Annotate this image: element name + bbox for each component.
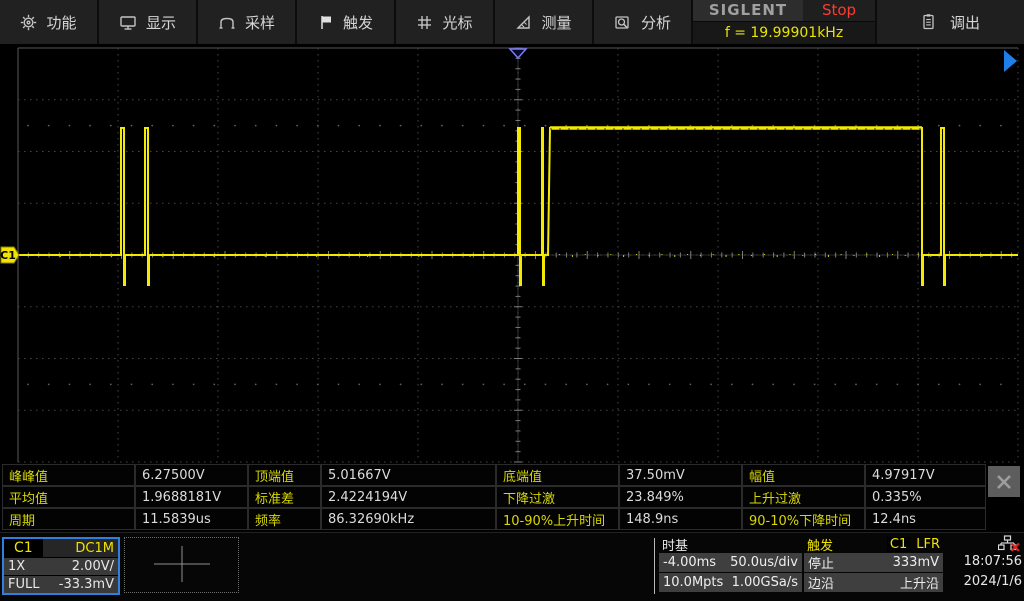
trigger-title: 触发 [807,538,834,554]
run-state-indicator[interactable]: Stop [803,0,875,21]
menu-item-acquire[interactable]: 采样 [198,0,297,44]
bottom-status-bar: C1 DC1M 1X 2.00V/ FULL -33.3mV 时基 -4.00m… [0,532,1024,601]
sampling-icon [219,17,235,29]
menu-item-label: 测量 [541,13,572,32]
meas-value: 5.01667V [321,464,496,486]
trigger-offscreen-arrow[interactable] [1004,50,1017,72]
menu-item-trigger[interactable]: 触发 [297,0,396,44]
clock-time: 18:07:56 [963,554,1022,569]
meas-label: 周期 [2,508,135,530]
measurement-table: 峰峰值 6.27500V 顶端值 5.01667V 底端值 37.50mV 幅值 4.9791… [2,464,986,530]
meas-label: 标准差 [248,486,321,508]
statusbar-divider [654,538,655,594]
meas-value: 86.32690kHz [321,508,496,530]
channel1-coupling: DC1M [75,540,114,556]
trigger-slope: 上升沿 [899,577,939,592]
analysis-icon [615,15,629,29]
menu-item-label: 分析 [640,13,671,32]
clock-block: 18:07:56 2024/1/6 [946,535,1022,592]
menu-item-analysis[interactable]: 分析 [594,0,693,44]
meas-label: 平均值 [2,486,135,508]
meas-label: 下降过激 [496,486,619,508]
trigger-position-marker[interactable] [508,48,528,60]
trigger-frequency-readout: f = 19.99901kHz [693,20,875,44]
channel1-bandwidth: FULL [8,577,40,592]
measurement-close-button[interactable] [988,466,1020,497]
clock-date: 2024/1/6 [963,574,1022,589]
menu-item-label: 采样 [244,13,275,32]
timebase-box[interactable]: 时基 -4.00ms 50.0us/div 10.0Mpts 1.00GSa/s [659,535,802,593]
meas-label: 顶端值 [248,464,321,486]
measure-icon [516,14,531,29]
timebase-scale: 50.0us/div [730,555,798,570]
timebase-delay: -4.00ms [663,555,717,570]
meas-label: 频率 [248,508,321,530]
trigger-source: C1 [886,536,911,552]
channel1-probe: 1X [8,559,26,574]
meas-value: 12.4ns [865,508,986,530]
meas-label: 峰峰值 [2,464,135,486]
meas-value: 0.335% [865,486,986,508]
meas-value: 1.9688181V [135,486,248,508]
channel1-ground-marker[interactable]: C1 [0,246,20,264]
svg-text:C1: C1 [0,249,16,262]
meas-label: 上升过激 [742,486,865,508]
menu-item-display[interactable]: 显示 [99,0,198,44]
channel1-offset: -33.3mV [58,577,114,592]
meas-value: 23.849% [619,486,742,508]
menu-item-measure[interactable]: 测量 [495,0,594,44]
close-icon [997,474,1011,489]
meas-value: 148.9ns [619,508,742,530]
network-icon [998,535,1020,552]
empty-channel-slot[interactable] [124,537,239,593]
logo-status-block: SIGLENT Stop f = 19.99901kHz [693,0,877,44]
display-icon [120,15,136,30]
meas-value: 37.50mV [619,464,742,486]
menu-item-label: 功能 [46,13,77,32]
clipboard-icon [923,14,934,30]
trigger-level: 333mV [892,555,939,570]
menu-item-cursors[interactable]: 光标 [396,0,495,44]
meas-label: 幅值 [742,464,865,486]
meas-value: 6.27500V [135,464,248,486]
channel1-scale: 2.00V/ [71,559,114,574]
meas-label: 90-10%下降时间 [742,508,865,530]
timebase-title: 时基 [662,538,689,554]
meas-label: 10-90%上升时间 [496,508,619,530]
gear-icon [21,14,37,30]
meas-value: 4.97917V [865,464,986,486]
trigger-flag-icon [321,15,331,29]
crosshair-icon [153,546,210,582]
menu-item-label: 显示 [145,13,176,32]
trigger-box[interactable]: 触发 C1 LFR 停止 333mV 边沿 上升沿 [804,535,943,593]
channel1-descriptor-box[interactable]: C1 DC1M 1X 2.00V/ FULL -33.3mV [2,537,120,595]
trigger-mode: 停止 [808,557,835,572]
memory-depth: 10.0Mpts [663,575,724,590]
siglent-logo: SIGLENT [693,0,803,21]
channel1-name: C1 [4,539,43,557]
meas-value: 2.4224194V [321,486,496,508]
waveform-display[interactable]: C1 [0,44,1024,463]
sample-rate: 1.00GSa/s [731,575,798,590]
meas-label: 底端值 [496,464,619,486]
trigger-type: 边沿 [808,577,835,592]
menu-item-label: 触发 [342,13,373,32]
trigger-coupling: LFR [916,536,940,552]
menu-item-label: 调出 [949,13,980,32]
menu-item-label: 光标 [442,13,473,32]
top-menu-bar: 功能 显示 采样 触发 光标 测量 分析 SIGLENT Stop f = 19… [0,0,1024,44]
cursor-icon [418,15,432,29]
meas-value: 11.5839us [135,508,248,530]
menu-item-recall[interactable]: 调出 [877,0,1024,44]
menu-item-utility[interactable]: 功能 [0,0,99,44]
